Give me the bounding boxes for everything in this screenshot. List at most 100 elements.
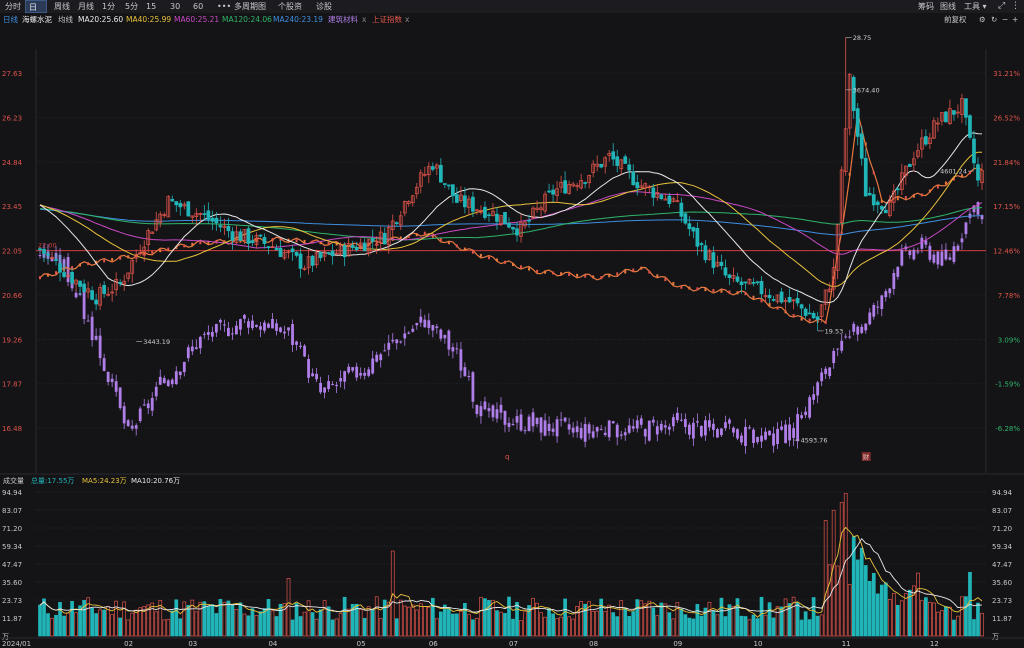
volume-bar	[366, 606, 371, 637]
index-candle	[419, 316, 423, 323]
tools-button[interactable]: 工具 ▾	[964, 0, 987, 13]
index-candle	[355, 366, 359, 378]
chart-lines-button[interactable]: 图线	[940, 0, 956, 13]
volume-bar	[755, 618, 760, 637]
candle	[599, 163, 604, 168]
index-candle	[451, 347, 455, 352]
tab-2[interactable]: 周线	[51, 0, 73, 13]
sector-dot	[584, 274, 587, 278]
close-index-icon[interactable]: x	[405, 13, 409, 26]
tab-1[interactable]: 日线	[25, 0, 47, 25]
volume-bar	[459, 610, 463, 637]
volume-bar	[134, 609, 139, 637]
sector-dot	[423, 231, 426, 235]
ma-label[interactable]: 均线	[58, 13, 73, 26]
candle	[455, 194, 459, 203]
candle	[118, 282, 123, 284]
volume-bar	[242, 613, 247, 637]
candle	[483, 206, 487, 218]
tab-4[interactable]: 1分	[99, 0, 119, 13]
settings-icon[interactable]: ⚙	[979, 13, 986, 26]
refresh-icon[interactable]: ↻	[991, 13, 997, 26]
minus-icon[interactable]: −	[1002, 13, 1008, 26]
kline-chart[interactable]: 22.00 28.7519.533674.403443.194593.76460…	[0, 26, 1024, 648]
index-candle	[744, 426, 747, 446]
index-candle	[699, 425, 703, 437]
index-candle	[607, 420, 611, 438]
index-mid-label: 4601.24	[940, 168, 967, 176]
sector-dot	[712, 288, 715, 292]
close-sector-icon[interactable]: x	[362, 13, 366, 26]
sector-dot	[808, 318, 811, 322]
tab-0[interactable]: 分时	[2, 0, 24, 13]
index-candle	[667, 426, 671, 430]
candle	[623, 156, 628, 164]
tab-5[interactable]: 5分	[122, 0, 142, 13]
volume-bar	[406, 606, 411, 637]
volume-bar	[916, 572, 920, 637]
index-candle	[780, 426, 783, 430]
index-candle	[724, 422, 727, 429]
candle	[82, 283, 86, 292]
volume-bar	[102, 609, 106, 637]
volume-bar	[783, 598, 788, 637]
tab-12[interactable]: 诊股	[313, 0, 335, 13]
index-candle	[539, 417, 543, 433]
candle	[262, 237, 267, 244]
volume-bar	[711, 610, 716, 637]
index-candle	[695, 421, 699, 423]
volume-bar	[567, 616, 571, 637]
index-candle	[487, 408, 491, 412]
index-candle	[800, 415, 804, 419]
tab-11[interactable]: 个股资料	[275, 0, 311, 24]
candle	[42, 248, 46, 254]
compare-sector[interactable]: 建筑材料	[328, 13, 358, 26]
volume-bar	[948, 606, 952, 637]
candle	[318, 252, 323, 259]
candle	[258, 234, 263, 237]
index-candle	[335, 384, 339, 387]
tab-7[interactable]: 30分	[167, 0, 189, 24]
index-candle	[239, 319, 242, 330]
sector-dot	[656, 274, 659, 278]
expand-icon[interactable]: ⤢	[998, 0, 1005, 13]
chips-button[interactable]: 筹码	[918, 0, 934, 13]
tab-10[interactable]: 多周期图 ▾	[231, 0, 273, 24]
index-candle	[403, 333, 407, 339]
index-candle	[463, 367, 467, 377]
volume-bar	[687, 617, 692, 637]
tab-8[interactable]: 60分	[190, 0, 212, 24]
index-candle	[363, 372, 367, 376]
tab-9[interactable]: •••	[214, 0, 231, 13]
volume-ma10-line	[39, 537, 983, 614]
plus-icon[interactable]: +	[1012, 13, 1018, 26]
candle	[679, 202, 684, 217]
index-candle	[102, 358, 106, 371]
index-candle	[599, 429, 603, 431]
index-candle	[263, 322, 266, 331]
index-candle	[174, 371, 178, 385]
sector-dot	[479, 253, 482, 257]
compare-index[interactable]: 上证指数	[372, 13, 402, 26]
tab-3[interactable]: 月线	[75, 0, 97, 13]
candle	[250, 240, 255, 243]
volume-bar	[162, 619, 167, 637]
volume-bar	[699, 615, 704, 637]
sector-dot	[47, 273, 50, 277]
volume-bar	[106, 606, 110, 637]
volume-tick-left: 71.20	[2, 525, 22, 533]
index-candle	[467, 376, 471, 378]
candle	[859, 133, 864, 159]
candle	[615, 156, 620, 166]
index-candle	[126, 420, 130, 427]
candle	[695, 227, 700, 247]
candle	[94, 299, 98, 305]
adjust-mode[interactable]: 前复权	[944, 13, 967, 26]
candle	[206, 210, 211, 220]
sector-dot	[688, 286, 691, 290]
index-candle	[327, 381, 331, 390]
candle	[711, 252, 716, 268]
more-icon[interactable]: ⋮	[1011, 0, 1020, 13]
tab-6[interactable]: 15分	[143, 0, 165, 24]
index-candle	[920, 237, 924, 249]
